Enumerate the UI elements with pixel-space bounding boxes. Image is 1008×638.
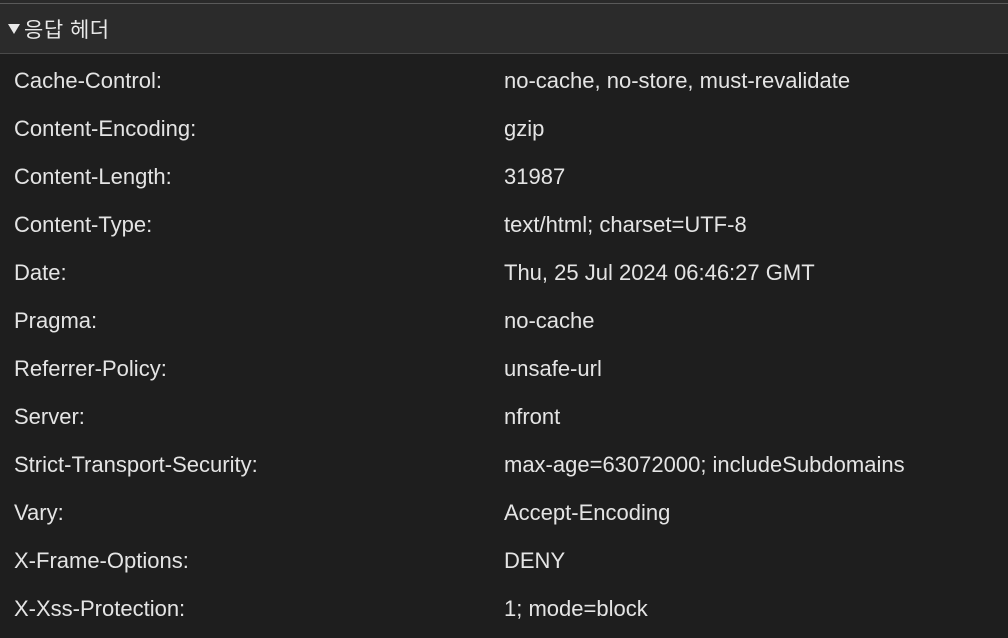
header-key: Date: [14,260,67,285]
header-row: Strict-Transport-Security: max-age=63072… [0,441,1008,489]
header-key: Strict-Transport-Security: [14,452,258,477]
header-row: Referrer-Policy: unsafe-url [0,345,1008,393]
header-value: unsafe-url [504,356,602,381]
header-value: Thu, 25 Jul 2024 06:46:27 GMT [504,260,815,285]
header-value: 31987 [504,164,566,189]
header-key: Content-Encoding: [14,116,197,141]
header-value: DENY [504,548,566,573]
header-value: 1; mode=block [504,596,648,621]
header-value: text/html; charset=UTF-8 [504,212,747,237]
headers-list: Cache-Control: no-cache, no-store, must-… [0,54,1008,633]
header-value: gzip [504,116,545,141]
header-row: Cache-Control: no-cache, no-store, must-… [0,57,1008,105]
header-key: Content-Length: [14,164,172,189]
header-key: Referrer-Policy: [14,356,167,381]
header-row: Vary: Accept-Encoding [0,489,1008,537]
header-key: Cache-Control: [14,68,162,93]
header-key: X-Xss-Protection: [14,596,186,621]
header-key: Pragma: [14,308,98,333]
response-headers-panel: 응답 헤더 Cache-Control: no-cache, no-store,… [0,0,1008,638]
section-title: 응답 헤더 [24,18,110,42]
header-row: X-Xss-Protection: 1; mode=block [0,585,1008,633]
header-value: max-age=63072000; includeSubdomains [504,452,905,477]
header-row: Content-Type: text/html; charset=UTF-8 [0,201,1008,249]
header-value: Accept-Encoding [504,500,671,525]
header-key: Vary: [14,500,64,525]
header-key: Server: [14,404,85,429]
header-key: X-Frame-Options: [14,548,189,573]
response-headers-toggle[interactable]: 응답 헤더 [0,4,1008,54]
header-row: Date: Thu, 25 Jul 2024 06:46:27 GMT [0,249,1008,297]
header-key: Content-Type: [14,212,153,237]
header-value: no-cache, no-store, must-revalidate [504,68,851,93]
header-row: Content-Encoding: gzip [0,105,1008,153]
header-value: no-cache [504,308,595,333]
header-row: X-Frame-Options: DENY [0,537,1008,585]
header-row: Pragma: no-cache [0,297,1008,345]
header-value: nfront [504,404,561,429]
disclosure-triangle-icon[interactable] [8,24,20,34]
header-row: Content-Length: 31987 [0,153,1008,201]
header-row: Server: nfront [0,393,1008,441]
